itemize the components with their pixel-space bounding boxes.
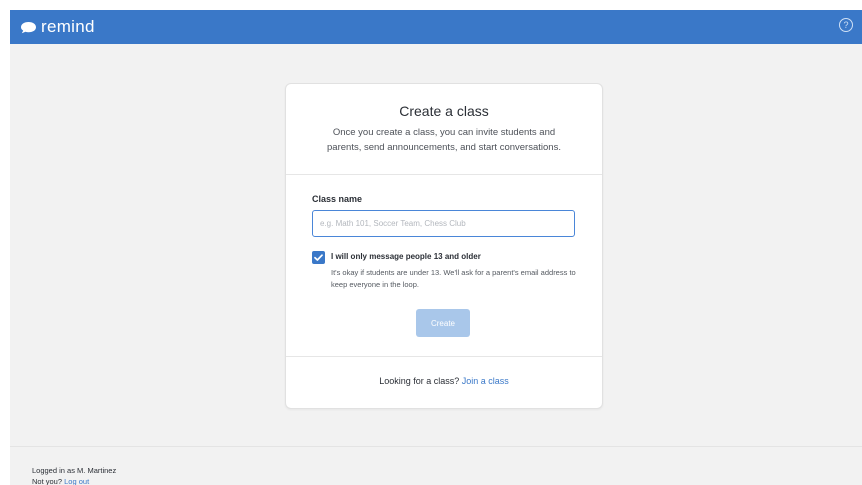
card-header: Create a class Once you create a class, … — [286, 84, 602, 175]
logout-link[interactable]: Log out — [64, 477, 89, 485]
create-class-card: Create a class Once you create a class, … — [285, 83, 603, 409]
remind-logo[interactable]: remind — [20, 17, 95, 37]
remind-bubble-icon — [21, 21, 36, 33]
card-description: Once you create a class, you can invite … — [327, 127, 561, 153]
logged-in-text: Logged in as M. Martinez — [32, 466, 117, 475]
join-prompt-text: Looking for a class? — [379, 376, 460, 386]
logo-text: remind — [41, 17, 95, 36]
join-class-link[interactable]: Join a class — [462, 376, 509, 386]
not-you-text: Not you? — [32, 477, 63, 485]
class-name-input[interactable] — [312, 210, 575, 237]
checkmark-icon — [314, 254, 323, 261]
age-checkbox[interactable] — [312, 251, 325, 264]
app-window: remind ? Create a class Once you create … — [10, 10, 862, 485]
age-checkbox-help: It's okay if students are under 13. We'l… — [331, 268, 576, 289]
class-name-label: Class name — [312, 194, 363, 204]
age-checkbox-label[interactable]: I will only message people 13 and older — [331, 252, 481, 261]
card-footer: Looking for a class? Join a class — [286, 356, 602, 409]
top-bar: remind ? — [10, 10, 862, 44]
not-you-line: Not you? Log out — [32, 477, 89, 485]
create-button[interactable]: Create — [416, 309, 470, 337]
footer-divider — [10, 446, 862, 447]
page-title: Create a class — [399, 103, 489, 119]
join-class-prompt: Looking for a class? Join a class — [286, 376, 602, 386]
help-circle-icon[interactable]: ? — [839, 18, 853, 32]
